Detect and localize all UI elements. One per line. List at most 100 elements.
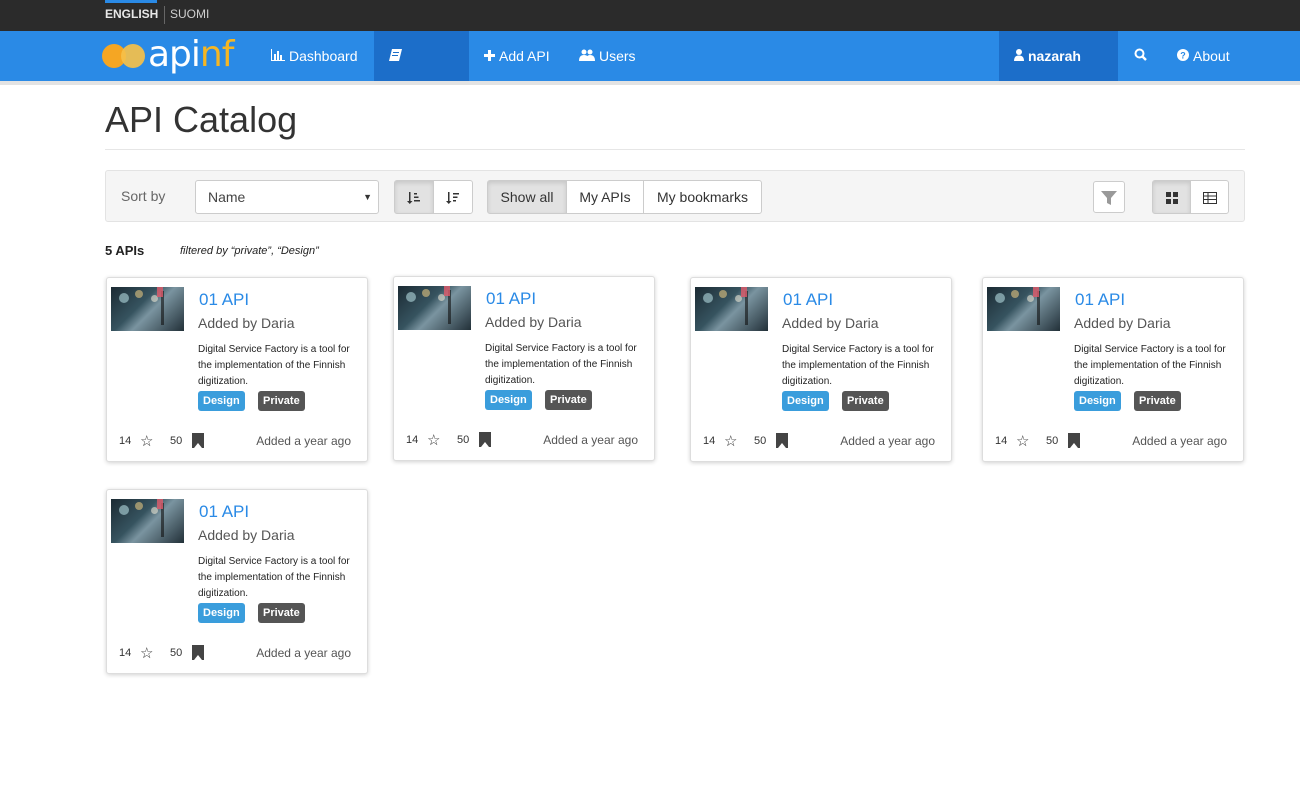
api-description: Digital Service Factory is a tool for th…	[198, 556, 350, 599]
bookmark-icon[interactable]	[776, 433, 788, 448]
bookmark-icon[interactable]	[1068, 433, 1080, 448]
api-description: Digital Service Factory is a tool for th…	[198, 344, 350, 387]
api-author: Added by Daria	[198, 315, 295, 331]
question-icon: ?	[1177, 32, 1189, 82]
api-thumbnail[interactable]	[695, 287, 768, 331]
sort-ascending-icon	[407, 189, 421, 205]
api-description: Digital Service Factory is a tool for th…	[485, 343, 637, 386]
star-icon[interactable]: ☆	[427, 431, 440, 449]
page-title: API Catalog	[105, 99, 298, 140]
api-name[interactable]: 01 API	[199, 290, 249, 310]
api-name[interactable]: 01 API	[783, 290, 833, 310]
bookmark-icon[interactable]	[479, 432, 491, 447]
star-icon[interactable]: ☆	[724, 432, 737, 450]
api-card[interactable]: 01 API Added by Daria Digital Service Fact…	[982, 277, 1244, 462]
my-apis-button[interactable]: My APIs	[566, 180, 644, 214]
bookmark-icon[interactable]	[192, 433, 204, 448]
star-icon[interactable]: ☆	[140, 432, 153, 450]
active-language-indicator	[105, 0, 157, 3]
added-date: Added a year ago	[256, 434, 351, 448]
api-card[interactable]: 01 API Added by Daria Digital Service Fact…	[106, 489, 368, 674]
sort-select-value: Name	[208, 189, 246, 205]
catalog-toolbar: Sort by Name ▼ Show all My APIs My bookm…	[105, 170, 1245, 222]
nav-users[interactable]: Users	[564, 31, 651, 81]
language-bar: ENGLISH SUOMI	[0, 0, 1300, 31]
nav-catalog[interactable]: Catalog	[374, 31, 469, 115]
title-divider	[105, 149, 1245, 150]
api-thumbnail[interactable]	[987, 287, 1060, 331]
tag-private[interactable]: Private	[545, 390, 592, 410]
sort-descending-icon	[446, 189, 460, 205]
tag-design[interactable]: Design	[485, 390, 532, 410]
added-date: Added a year ago	[543, 433, 638, 447]
api-author: Added by Daria	[198, 527, 295, 543]
language-english[interactable]: ENGLISH	[105, 6, 166, 24]
rating-count: 14	[995, 435, 1008, 447]
nav-users-label: Users	[599, 48, 636, 64]
sort-select[interactable]: Name ▼	[195, 180, 379, 214]
nav-about[interactable]: ? About	[1162, 31, 1245, 81]
api-author: Added by Daria	[1074, 315, 1171, 331]
apinf-logo[interactable]: apinf	[102, 34, 242, 76]
api-thumbnail[interactable]	[398, 286, 471, 330]
filter-button[interactable]	[1093, 181, 1125, 213]
language-suomi[interactable]: SUOMI	[170, 6, 209, 24]
bookmark-count: 50	[170, 647, 183, 659]
api-name[interactable]: 01 API	[486, 289, 536, 309]
user-icon	[1014, 32, 1024, 82]
chevron-down-icon	[1022, 82, 1034, 132]
sort-label: Sort by	[121, 188, 166, 204]
added-date: Added a year ago	[840, 434, 935, 448]
plus-icon	[484, 32, 495, 82]
my-bookmarks-button[interactable]: My bookmarks	[643, 180, 762, 214]
users-icon	[579, 32, 595, 82]
api-author: Added by Daria	[485, 314, 582, 330]
tag-private[interactable]: Private	[842, 391, 889, 411]
bookmark-count: 50	[1046, 435, 1059, 447]
user-menu[interactable]: nazarah	[999, 31, 1118, 112]
bookmark-count: 50	[457, 434, 470, 446]
table-view-button[interactable]	[1190, 180, 1229, 214]
tag-design[interactable]: Design	[782, 391, 829, 411]
sort-descending-button[interactable]	[433, 180, 473, 214]
filter-summary: filtered by “private”, “Design”	[180, 245, 319, 257]
api-thumbnail[interactable]	[111, 499, 184, 543]
tag-design[interactable]: Design	[198, 603, 245, 623]
star-icon[interactable]: ☆	[1016, 432, 1029, 450]
bookmark-icon[interactable]	[192, 645, 204, 660]
rating-count: 14	[119, 435, 132, 447]
nav-catalog-label: Catalog	[389, 99, 438, 115]
grid-view-button[interactable]	[1152, 180, 1191, 214]
tag-private[interactable]: Private	[258, 603, 305, 623]
star-icon[interactable]: ☆	[140, 644, 153, 662]
filter-icon	[1100, 189, 1118, 206]
api-name[interactable]: 01 API	[199, 502, 249, 522]
tag-design[interactable]: Design	[198, 391, 245, 411]
sort-ascending-button[interactable]	[394, 180, 434, 214]
tag-private[interactable]: Private	[258, 391, 305, 411]
api-card[interactable]: 01 API Added by Daria Digital Service Fact…	[393, 276, 655, 461]
rating-count: 14	[119, 647, 132, 659]
api-description: Digital Service Factory is a tool for th…	[782, 344, 934, 387]
bookmark-count: 50	[170, 435, 183, 447]
nav-add-api-label: Add API	[499, 48, 550, 64]
api-name[interactable]: 01 API	[1075, 290, 1125, 310]
tag-private[interactable]: Private	[1134, 391, 1181, 411]
rating-count: 14	[703, 435, 716, 447]
api-thumbnail[interactable]	[111, 287, 184, 331]
nav-dashboard[interactable]: Dashboard	[256, 31, 373, 81]
tag-design[interactable]: Design	[1074, 391, 1121, 411]
nav-about-label: About	[1193, 48, 1230, 64]
api-card[interactable]: 01 API Added by Daria Digital Service Fact…	[106, 277, 368, 462]
added-date: Added a year ago	[1132, 434, 1227, 448]
book-icon	[389, 32, 402, 82]
search-button[interactable]	[1118, 31, 1162, 81]
bookmark-count: 50	[754, 435, 767, 447]
api-author: Added by Daria	[782, 315, 879, 331]
grid-icon	[1165, 189, 1178, 205]
nav-add-api[interactable]: Add API	[469, 31, 565, 81]
table-icon	[1202, 189, 1217, 205]
show-all-button[interactable]: Show all	[487, 180, 567, 214]
search-icon	[1134, 48, 1147, 64]
api-card[interactable]: 01 API Added by Daria Digital Service Fact…	[690, 277, 952, 462]
